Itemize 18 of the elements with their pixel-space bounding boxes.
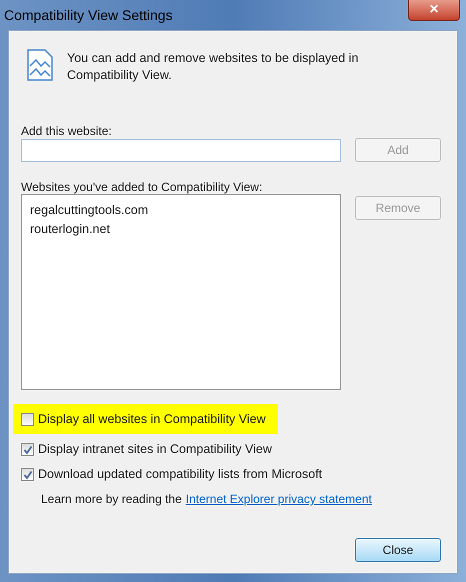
list-item[interactable]: regalcuttingtools.com <box>30 201 332 220</box>
option-label: Download updated compatibility lists from Microsoft <box>38 466 322 484</box>
option-label: Display all websites in Compatibility View <box>38 410 266 428</box>
checkbox[interactable] <box>21 443 34 456</box>
field-label: Add this website: <box>21 123 113 138</box>
list-item[interactable]: routerlogin.net <box>30 220 332 239</box>
option-label: Display intranet sites in Compatibility View <box>38 441 272 458</box>
privacy-link[interactable]: Internet Explorer privacy statement <box>186 490 372 508</box>
list-label: Websites you've added to Compatibility View: <box>21 179 264 194</box>
website-input-field[interactable] <box>21 138 341 162</box>
window-title: Compatibility View Settings <box>4 6 173 25</box>
intro-text: You can add and remove websites to be displayed in Compatibility View. <box>67 50 360 84</box>
dialog-close-button[interactable]: Close <box>355 538 441 562</box>
info-text: Learn more by reading the <box>41 491 182 508</box>
document-icon <box>27 49 53 81</box>
checkbox[interactable] <box>21 468 34 481</box>
website-list[interactable]: regalcuttingtools.com routerlogin.net <box>21 194 341 390</box>
checkbox[interactable] <box>21 412 34 426</box>
